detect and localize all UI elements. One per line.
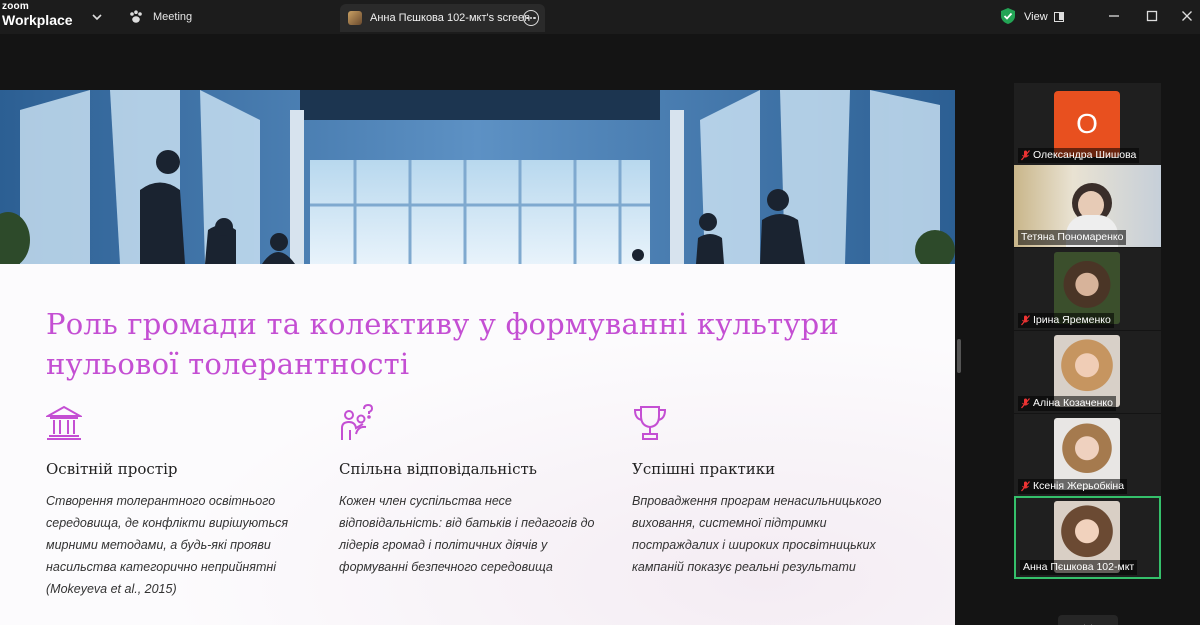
chevron-down-icon [1084, 624, 1092, 625]
meeting-stage: Роль громади та колективу у формуванні к… [0, 34, 1200, 625]
participant-tile-active-speaker[interactable]: Анна Пєшкова 102-мкт [1014, 496, 1161, 579]
more-options-icon[interactable] [523, 10, 539, 26]
participant-tile[interactable]: Аліна Козаченко [1014, 331, 1161, 413]
participant-name: Анна Пєшкова 102-мкт [1023, 561, 1135, 573]
microphone-muted-icon [1021, 398, 1030, 409]
encryption-shield-icon[interactable] [999, 7, 1017, 25]
column-text: Створення толерантного освітнього середо… [46, 494, 289, 596]
participant-name: Ксенія Жерьобкіна [1033, 480, 1125, 492]
column-practices: Успішні практики Впровадження програм не… [632, 404, 902, 578]
gallery-scroll-down-button[interactable] [1058, 615, 1118, 625]
participant-tile[interactable]: Тетяна Пономаренко [1014, 165, 1161, 247]
column-heading: Спільна відповідальність [339, 460, 537, 478]
shared-slide: Роль громади та колективу у формуванні к… [0, 90, 955, 625]
sharer-avatar [348, 11, 362, 25]
participant-tile[interactable]: О Олександра Шишова [1014, 83, 1161, 165]
office-photo [0, 90, 955, 264]
maximize-icon[interactable] [1143, 7, 1161, 25]
split-resize-handle[interactable] [957, 339, 961, 373]
screen-share-tab[interactable]: Анна Пєшкова 102-мкт's screen [340, 4, 545, 32]
layout-icon [1053, 12, 1064, 22]
microphone-muted-icon [1021, 150, 1030, 161]
title-bar: zoom Workplace Meeting Анна Пєшкова 102-… [0, 0, 1200, 34]
participant-name-label: Ксенія Жерьобкіна [1018, 479, 1128, 494]
column-heading: Освітній простір [46, 460, 178, 478]
column-education: Освітній простір Створення толерантного … [46, 404, 316, 600]
participant-tile[interactable]: Ксенія Жерьобкіна [1014, 414, 1161, 496]
participant-name-label: Тетяна Пономаренко [1018, 230, 1127, 245]
minimize-icon[interactable] [1105, 7, 1123, 25]
people-question-icon [341, 404, 374, 440]
participant-name-label: Анна Пєшкова 102-мкт [1020, 560, 1138, 575]
close-icon[interactable] [1178, 7, 1196, 25]
meeting-label[interactable]: Meeting [153, 11, 192, 23]
participant-tile[interactable]: Ірина Яременко [1014, 248, 1161, 330]
column-heading: Успішні практики [632, 460, 776, 478]
microphone-muted-icon [1021, 315, 1030, 326]
university-icon [46, 405, 82, 440]
view-button[interactable]: View [1024, 8, 1064, 26]
trophy-icon [633, 406, 667, 440]
slide-title: Роль громади та колективу у формуванні к… [46, 307, 839, 381]
view-label: View [1024, 11, 1048, 23]
participant-name: Ірина Яременко [1033, 314, 1111, 326]
microphone-muted-icon [1021, 481, 1030, 492]
participant-name: Олександра Шишова [1033, 149, 1137, 161]
paw-icon[interactable] [128, 9, 144, 25]
participant-name: Тетяна Пономаренко [1021, 231, 1124, 243]
logo-line1: zoom [2, 1, 29, 12]
zoom-logo[interactable]: zoom Workplace [2, 1, 73, 28]
participant-name-label: Аліна Козаченко [1018, 396, 1116, 411]
logo-line2: Workplace [2, 12, 73, 28]
participant-name-label: Ірина Яременко [1018, 313, 1114, 328]
participant-name: Аліна Козаченко [1033, 397, 1113, 409]
column-text: Кожен член суспільства несе відповідальн… [339, 494, 595, 574]
participant-name-label: Олександра Шишова [1018, 148, 1140, 163]
chevron-down-icon[interactable] [90, 10, 104, 24]
column-responsibility: Спільна відповідальність Кожен член сусп… [339, 404, 609, 578]
column-text: Впровадження програм ненасильницького ви… [632, 494, 882, 574]
slide-body: Роль громади та колективу у формуванні к… [0, 264, 955, 625]
share-tab-label: Анна Пєшкова 102-мкт's screen [370, 12, 531, 24]
